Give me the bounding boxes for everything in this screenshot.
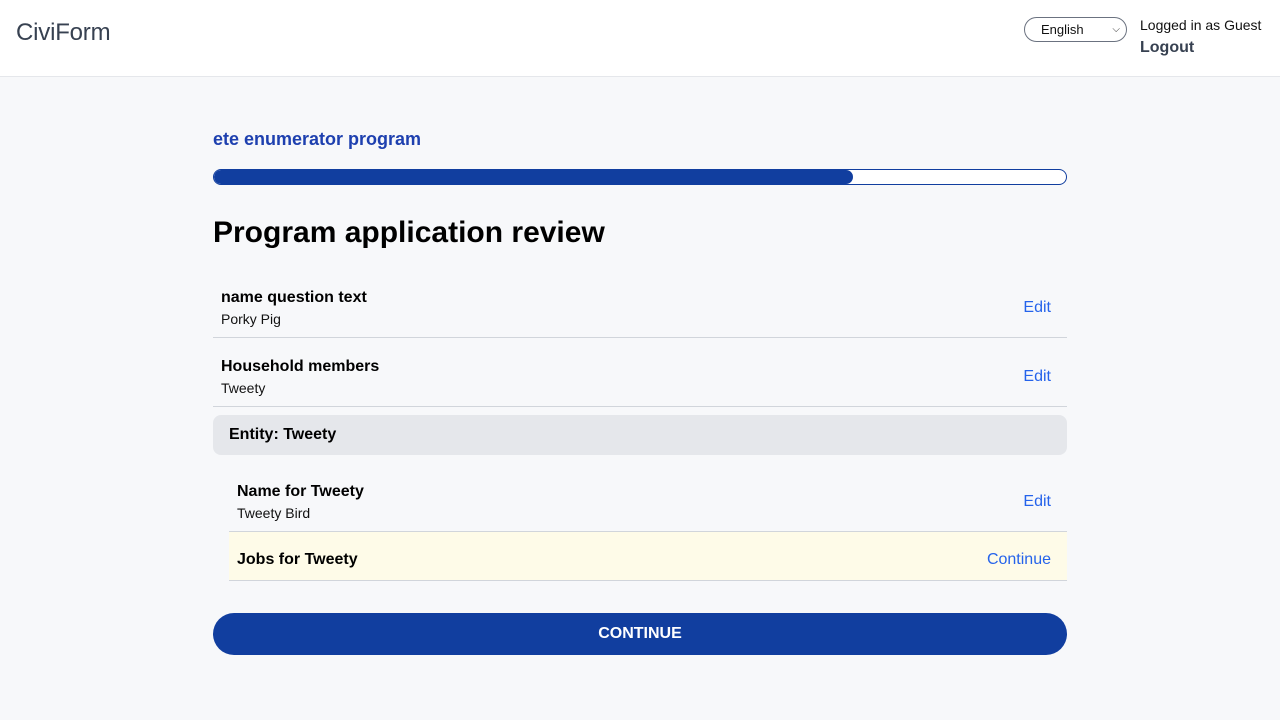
answer-value: Tweety [221, 380, 266, 396]
answer-value: Tweety Bird [237, 505, 311, 521]
top-nav-bar: CiviForm English ⌵ Logged in as Guest Lo… [0, 0, 1280, 77]
language-select-value: English [1041, 22, 1084, 37]
entity-header: Entity: Tweety [213, 415, 1067, 455]
question-label: Name for Tweety [237, 483, 364, 500]
progress-bar-fill [214, 170, 853, 184]
continue-button[interactable]: CONTINUE [213, 613, 1067, 655]
answer-value: Porky Pig [221, 311, 281, 327]
page-title: Program application review [213, 216, 605, 249]
question-label: Household members [221, 358, 380, 375]
login-status: Logged in as Guest [1140, 17, 1262, 33]
edit-link[interactable]: Edit [1023, 368, 1051, 386]
entity-header-label: Entity: Tweety [229, 426, 337, 443]
edit-link[interactable]: Edit [1023, 493, 1051, 511]
question-label: name question text [221, 289, 367, 306]
entity-review-row-pending: Jobs for Tweety Continue [229, 532, 1067, 581]
review-row: Household members Tweety Edit [213, 348, 1067, 407]
progress-bar [213, 169, 1067, 185]
program-title: ete enumerator program [213, 129, 422, 149]
brand-logo[interactable]: CiviForm [16, 19, 111, 47]
chevron-down-icon: ⌵ [1112, 24, 1120, 35]
entity-review-row: Name for Tweety Tweety Bird Edit [229, 473, 1067, 532]
question-label: Jobs for Tweety [237, 551, 358, 568]
logout-link[interactable]: Logout [1140, 39, 1194, 57]
edit-link[interactable]: Edit [1023, 299, 1051, 317]
language-select[interactable]: English ⌵ [1024, 17, 1127, 42]
continue-link[interactable]: Continue [987, 551, 1051, 569]
review-row: name question text Porky Pig Edit [213, 279, 1067, 338]
